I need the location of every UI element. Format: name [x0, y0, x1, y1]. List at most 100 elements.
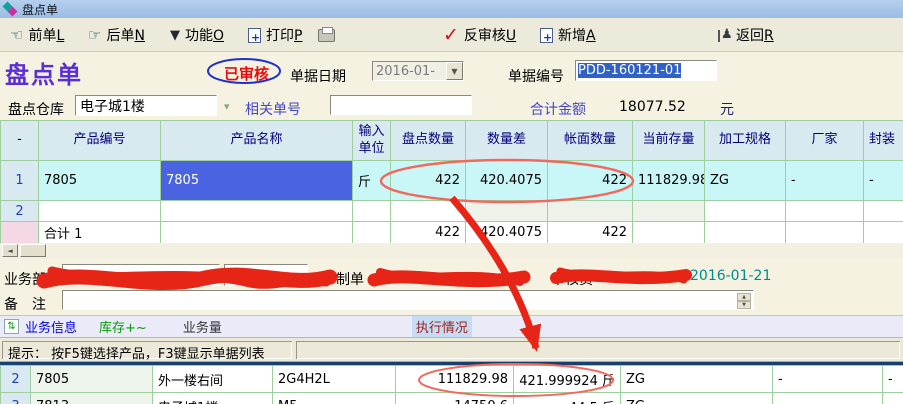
cell-code[interactable]: 7813 — [31, 393, 153, 404]
cell-current-stock[interactable]: 111829.98 — [633, 161, 705, 201]
cell-package[interactable]: - — [864, 161, 903, 201]
cell-package[interactable]: - — [883, 393, 903, 404]
note-spinner[interactable]: ▲▼ — [737, 293, 751, 307]
note-label: 备 注 — [4, 294, 46, 314]
cell-location[interactable]: 电子城1楼 — [153, 393, 273, 404]
cell-book-qty[interactable] — [548, 201, 633, 222]
cell-vendor[interactable] — [786, 201, 864, 222]
col-product-code: 产品编号 — [39, 121, 161, 161]
chevron-down-icon[interactable]: ▼ — [446, 62, 463, 80]
tab-volume[interactable]: 业务量 — [183, 317, 222, 336]
dept-input-2[interactable] — [224, 264, 308, 286]
functions-button[interactable]: ▼ 功能O — [170, 23, 224, 47]
doc-date-combobox[interactable]: 2016-01-21 ▼ — [372, 61, 464, 81]
lookup-row-1: 2 7805 外一楼右间 2G4H2L 111829.98 421.999924… — [1, 366, 903, 393]
cell-proc[interactable]: ZG — [621, 393, 773, 404]
print-button[interactable]: + 打印P — [248, 23, 302, 47]
total-label: 合计 1 — [39, 222, 161, 244]
unaudit-button[interactable]: ✓ 反审核U — [443, 23, 516, 47]
printer-button[interactable] — [318, 23, 335, 47]
cell-counted-qty[interactable] — [391, 201, 466, 222]
related-doc-input[interactable] — [330, 95, 472, 115]
cell-qty-diff[interactable] — [466, 201, 548, 222]
cell-vendor[interactable]: - — [786, 161, 864, 201]
cell-book-qty[interactable]: 422 — [548, 161, 633, 201]
cell-stock[interactable]: 14750.6 — [396, 393, 514, 404]
cell-vendor[interactable]: - — [773, 366, 883, 393]
scroll-left-icon[interactable]: ◄ — [2, 244, 18, 257]
hand-left-icon: ☜ — [10, 28, 23, 43]
horizontal-scrollbar[interactable]: ◄ — [0, 243, 903, 259]
app-icon — [4, 3, 17, 16]
hand-right-icon: ☞ — [88, 28, 101, 43]
col-counted-qty: 盘点数量 — [391, 121, 466, 161]
cell-empty — [353, 222, 391, 244]
cell-code[interactable]: 7805 — [31, 366, 153, 393]
tab-stock[interactable]: 库存+~ — [99, 317, 147, 336]
cell-code[interactable]: 7805 — [39, 161, 161, 201]
next-doc-button[interactable]: ☞ 后单N — [88, 23, 145, 47]
cell-spec[interactable]: 2G4H2L — [273, 366, 396, 393]
inventory-grid: - 产品编号 产品名称 输入 单位 盘点数量 数量差 帐面数量 当前存量 加工规… — [0, 120, 903, 244]
col-input-unit: 输入 单位 — [353, 121, 391, 161]
cell-vendor[interactable]: - — [773, 393, 883, 404]
cell-unit[interactable]: 斤 — [353, 161, 391, 201]
col-process-spec: 加工规格 — [705, 121, 786, 161]
status-hint: 提示： 按F5键选择产品，F3键显示单据列表 — [2, 341, 292, 359]
cell-qty[interactable]: 421.999924 斤 — [514, 366, 621, 393]
total-marker — [1, 222, 39, 244]
down-arrow-icon: ▼ — [170, 29, 180, 42]
row-number[interactable]: 3 — [1, 393, 31, 404]
prev-doc-button[interactable]: ☜ 前单L — [10, 23, 64, 47]
title-bar: 盘点单 — [0, 0, 903, 18]
cell-unit[interactable] — [353, 201, 391, 222]
doc-date-value: 2016-01-21 — [373, 62, 446, 80]
total-amount-value: 18077.52 — [619, 99, 686, 115]
cell-name-selected[interactable]: 7805 — [161, 161, 353, 201]
status-bar: 提示： 按F5键选择产品，F3键显示单据列表 — [0, 337, 903, 361]
col-product-name: 产品名称 — [161, 121, 353, 161]
audit-date-value: 2016-01-21 — [690, 268, 771, 284]
stock-lookup-grid: 2 7805 外一楼右间 2G4H2L 111829.98 421.999924… — [0, 365, 903, 404]
total-amount-label: 合计金额 — [530, 99, 586, 119]
cell-qty[interactable]: 44.5 斤 — [514, 393, 621, 404]
maker-label: 制单 — [336, 269, 364, 289]
grid-total-row: 合计 1 422 420.4075 422 — [1, 222, 903, 244]
cell-process-spec[interactable] — [705, 201, 786, 222]
warehouse-drop-icon[interactable]: ▾ — [224, 100, 230, 113]
spinner-down-icon[interactable]: ▼ — [737, 301, 751, 309]
add-new-button[interactable]: + 新增A — [540, 23, 596, 47]
tab-exec-status[interactable]: 执行情况 — [412, 316, 472, 337]
col-package: 封装 — [864, 121, 903, 161]
status-panel-2 — [296, 341, 900, 359]
row-number[interactable]: 1 — [1, 161, 39, 201]
cell-spec[interactable]: M5 — [273, 393, 396, 404]
warehouse-input[interactable] — [75, 95, 217, 116]
scrollbar-thumb[interactable] — [20, 244, 46, 257]
related-doc-label: 相关单号 — [245, 99, 301, 119]
dept-input[interactable] — [62, 264, 220, 286]
cell-location[interactable]: 外一楼右间 — [153, 366, 273, 393]
cell-empty — [705, 222, 786, 244]
cell-package[interactable] — [864, 201, 903, 222]
cell-name[interactable] — [161, 201, 353, 222]
row-number[interactable]: 2 — [1, 366, 31, 393]
annotation-scribble-maker — [374, 272, 524, 282]
cell-current-stock[interactable] — [633, 201, 705, 222]
return-button[interactable]: 返回R — [718, 23, 774, 47]
docno-input[interactable]: PDD-160121-01 — [575, 60, 717, 81]
tab-business-info[interactable]: 业务信息 — [25, 317, 77, 336]
row-number[interactable]: 2 — [1, 201, 39, 222]
cell-package[interactable]: - — [883, 366, 903, 393]
cell-proc[interactable]: ZG — [621, 366, 773, 393]
lookup-row-2-partial: 3 7813 电子城1楼 M5 14750.6 44.5 斤 ZG - - — [1, 393, 903, 404]
cell-code[interactable] — [39, 201, 161, 222]
print-page-icon: + — [248, 28, 261, 43]
cell-counted-qty[interactable]: 422 — [391, 161, 466, 201]
cell-qty-diff[interactable]: 420.4075 — [466, 161, 548, 201]
refresh-icon[interactable]: ⇅ — [4, 319, 19, 334]
note-input[interactable]: ▲▼ — [62, 290, 754, 310]
cell-process-spec[interactable]: ZG — [705, 161, 786, 201]
cell-stock[interactable]: 111829.98 — [396, 366, 514, 393]
spinner-up-icon[interactable]: ▲ — [737, 293, 751, 301]
